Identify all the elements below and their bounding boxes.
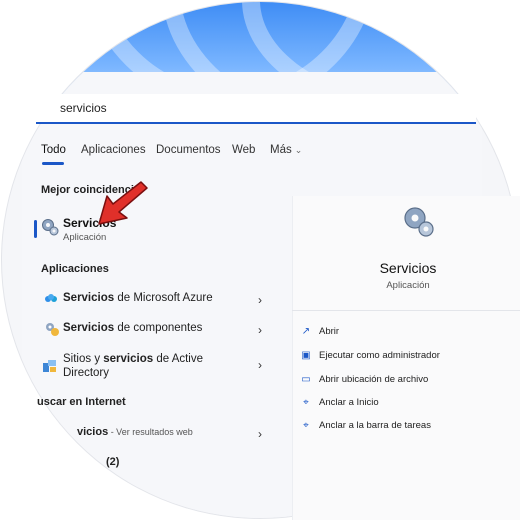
action-label: Ejecutar como administrador bbox=[319, 350, 440, 361]
chevron-right-icon[interactable]: › bbox=[258, 323, 262, 337]
action-pin-start[interactable]: ⌖ Anclar a Inicio bbox=[300, 397, 379, 408]
action-label: Abrir ubicación de archivo bbox=[319, 374, 429, 385]
app-item-component-services[interactable]: Servicios de componentes › bbox=[36, 316, 272, 344]
tab-mas-label: Más bbox=[270, 144, 292, 156]
detail-subtitle: Aplicación bbox=[386, 280, 430, 291]
web-result-bold: vicios bbox=[77, 426, 109, 438]
gears-icon bbox=[42, 219, 59, 236]
divider bbox=[292, 310, 520, 311]
chevron-right-icon[interactable]: › bbox=[258, 427, 262, 441]
action-label: Abrir bbox=[319, 326, 340, 337]
selection-indicator bbox=[34, 220, 37, 238]
app-item-rest: de Active bbox=[153, 353, 204, 365]
action-label: Anclar a la barra de tareas bbox=[319, 420, 431, 431]
folder-icon: ▭ bbox=[301, 374, 311, 385]
app-item-azure[interactable]: Servicios de Microsoft Azure › bbox=[36, 286, 272, 314]
app-item-pre: Sitios y bbox=[63, 353, 104, 365]
shield-icon: ▣ bbox=[301, 350, 311, 361]
web-result-item[interactable]: vicios - Ver resultados web › bbox=[36, 420, 272, 448]
app-item-bold: Servicios bbox=[63, 292, 115, 304]
open-external-icon: ↗ bbox=[301, 326, 311, 337]
app-item-bold: Servicios bbox=[63, 322, 115, 334]
detail-title: Servicios bbox=[379, 260, 437, 276]
web-result-rest: - Ver resultados web bbox=[108, 427, 193, 437]
tab-web[interactable]: Web bbox=[232, 144, 255, 156]
app-item-bold: servicios bbox=[103, 353, 154, 365]
section-apps: Aplicaciones bbox=[41, 263, 109, 275]
active-directory-icon bbox=[43, 360, 56, 372]
search-input[interactable]: servicios bbox=[36, 94, 476, 124]
action-pin-taskbar[interactable]: ⌖ Anclar a la barra de tareas bbox=[300, 420, 431, 431]
azure-icon bbox=[45, 294, 57, 302]
action-label: Anclar a Inicio bbox=[319, 397, 379, 408]
best-match-subtitle: Aplicación bbox=[63, 232, 107, 243]
action-abrir[interactable]: ↗ Abrir bbox=[300, 326, 339, 337]
gears-icon bbox=[404, 207, 434, 237]
app-item-line2: Directory bbox=[63, 367, 110, 379]
app-item-rest: de componentes bbox=[114, 322, 203, 334]
pin-icon: ⌖ bbox=[303, 397, 309, 408]
tab-documentos[interactable]: Documentos bbox=[156, 144, 221, 156]
tab-active-indicator bbox=[42, 162, 64, 165]
pointer-arrow-icon bbox=[98, 181, 148, 225]
tab-todo[interactable]: Todo bbox=[41, 144, 66, 156]
tab-mas[interactable]: Más ⌄ bbox=[270, 144, 302, 156]
tab-aplicaciones[interactable]: Aplicaciones bbox=[81, 144, 146, 156]
chevron-right-icon[interactable]: › bbox=[258, 293, 262, 307]
section-web-search: uscar en Internet bbox=[37, 396, 126, 408]
component-services-icon bbox=[46, 323, 59, 336]
search-input-value: servicios bbox=[60, 101, 107, 115]
action-open-file-location[interactable]: ▭ Abrir ubicación de archivo bbox=[300, 374, 428, 385]
action-run-as-admin[interactable]: ▣ Ejecutar como administrador bbox=[300, 350, 440, 361]
app-item-rest: de Microsoft Azure bbox=[114, 292, 213, 304]
chevron-down-icon: ⌄ bbox=[294, 145, 303, 155]
chevron-right-icon[interactable]: › bbox=[258, 358, 262, 372]
pin-icon: ⌖ bbox=[303, 420, 309, 431]
app-item-active-directory[interactable]: Sitios y servicios de Active Directory › bbox=[36, 348, 272, 384]
section-more-count: (2) bbox=[106, 456, 120, 468]
